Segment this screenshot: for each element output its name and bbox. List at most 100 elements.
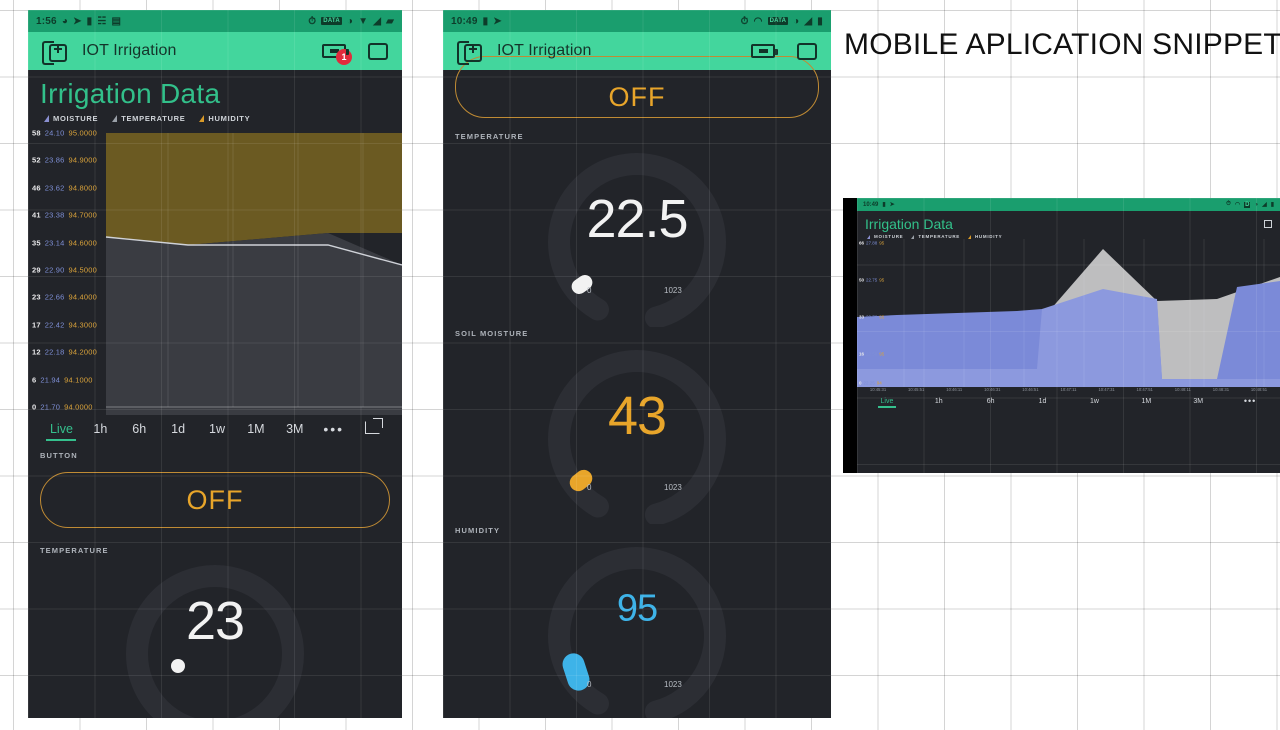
y-value-humidity: 94.3000 [68, 320, 98, 330]
device-battery-icon[interactable]: 1 [322, 44, 352, 65]
range-1h[interactable]: 1h [81, 422, 120, 436]
x-tick: 10:46:51 [1022, 387, 1039, 392]
area-chart-icon [44, 115, 49, 122]
temperature-gauge[interactable]: 22.5 0 1023 [443, 141, 831, 327]
app-bar-1: IOT Irrigation 1 [28, 32, 402, 70]
soil-moisture-gauge[interactable]: 43 0 1023 [443, 338, 831, 524]
legend-item-moisture[interactable]: MOISTURE [44, 114, 98, 123]
legend-label: TEMPERATURE [121, 114, 186, 123]
temperature-gauge-label: TEMPERATURE [455, 132, 524, 141]
fullscreen-icon[interactable] [797, 42, 817, 60]
y-axis-row: 0 22.25 94 [859, 381, 882, 386]
temperature-gauge-value: 23 [185, 591, 245, 651]
page-canvas: 1:56 ◕ ➤ ▮ ☵ ▤ ⏱ DATA ◑ ▼ ◢ ▰ IOT Irriga… [0, 0, 1280, 730]
battery-icon: ▮ [1270, 202, 1274, 208]
y-value-moisture: 41 [32, 210, 41, 220]
data-badge: DATA [767, 17, 789, 25]
battery-badge: 1 [336, 49, 352, 65]
landscape-chart-plot[interactable]: 66 27.88 95 50 22.75 95 33 22.76 95 16 2… [857, 239, 1280, 387]
x-tick: 10:45:31 [869, 387, 887, 392]
page-title: MOBILE APLICATION SNIPPETS [844, 28, 1280, 61]
x-tick: 10:47:31 [1098, 387, 1115, 392]
range-6h[interactable]: 6h [120, 422, 159, 436]
y-value-moisture: 0 [859, 380, 862, 386]
y-value-humidity: 94.8000 [68, 183, 98, 193]
device-battery-icon[interactable] [751, 44, 778, 58]
y-value-humidity: 94.2000 [68, 347, 98, 357]
irrigation-toggle-button[interactable]: OFF [455, 56, 819, 118]
range-live[interactable]: Live [861, 398, 913, 405]
battery-saver-icon: ▮ [86, 15, 93, 27]
x-tick: 10:46:31 [984, 387, 1001, 392]
humidity-gauge[interactable]: 95 0 1023 [443, 535, 831, 718]
screenshot-icon: ▤ [111, 15, 122, 27]
headset-icon: ◠ [753, 15, 763, 27]
chart-plot-area[interactable]: 58 24.10 95.0000 52 23.86 94.9000 46 23.… [28, 125, 402, 415]
more-options-button[interactable]: ••• [314, 421, 353, 437]
range-6h[interactable]: 6h [965, 398, 1017, 405]
y-axis-row: 66 27.88 95 [859, 241, 884, 246]
y-value-moisture: 35 [32, 238, 41, 248]
x-tick: 10:47:51 [1136, 387, 1153, 392]
telegram-icon: ➤ [889, 202, 895, 208]
range-3m[interactable]: 3M [275, 422, 314, 436]
irrigation-toggle-button[interactable]: OFF [40, 472, 390, 528]
range-live[interactable]: Live [42, 422, 81, 436]
range-1h[interactable]: 1h [913, 398, 965, 405]
y-value-temperature: 21.70 [40, 402, 61, 412]
gauge-needle [171, 659, 185, 673]
y-axis-row: 16 22.50 95 [859, 352, 884, 357]
range-1w[interactable]: 1w [1069, 398, 1121, 405]
fullscreen-icon[interactable] [368, 42, 388, 60]
temperature-section-label: TEMPERATURE [40, 546, 109, 555]
y-value-humidity: 94.0000 [64, 402, 93, 412]
legend-item-humidity[interactable]: HUMIDITY [199, 114, 250, 123]
alarm-icon: ⏱ [308, 15, 317, 27]
landscape-chart-legend: MOISTURE TEMPERATURE HUMIDITY [857, 232, 1280, 239]
area-chart-icon [199, 115, 205, 122]
range-1w[interactable]: 1w [198, 422, 237, 436]
temperature-gauge-1[interactable]: 23 [28, 555, 402, 718]
y-value-moisture: 33 [859, 314, 865, 320]
expand-chart-button[interactable] [353, 418, 392, 437]
area-chart-icon [911, 234, 915, 239]
range-1m[interactable]: 1M [1120, 398, 1172, 405]
y-axis-row: 35 23.14 94.6000 [32, 238, 97, 247]
logout-icon[interactable] [42, 41, 67, 65]
x-tick: 10:48:51 [1250, 387, 1268, 392]
expand-icon [365, 418, 384, 434]
chart-y-axis-labels: 58 24.10 95.0000 52 23.86 94.9000 46 23.… [28, 125, 402, 415]
landscape-y-axis-labels: 66 27.88 95 50 22.75 95 33 22.76 95 16 2… [857, 239, 1280, 387]
app-title: IOT Irrigation [497, 42, 592, 59]
legend-item-temperature[interactable]: TEMPERATURE [112, 114, 185, 123]
status-time: 10:49 [451, 15, 478, 27]
range-1d[interactable]: 1d [1017, 398, 1069, 405]
y-value-moisture: 50 [859, 277, 865, 283]
y-value-temperature: 22.50 [866, 351, 878, 357]
y-value-moisture: 29 [32, 265, 41, 275]
range-1d[interactable]: 1d [159, 422, 198, 436]
landscape-screenshot: 10:49 ▮ ➤ ⏱ ◠ D ◑ ◢ ▮ Irrigation Data MO… [843, 198, 1280, 473]
app-title: IOT Irrigation [82, 42, 177, 59]
status-bar-2: 10:49 ▮ ➤ ⏱ ◠ DATA ◑ ◢ ▮ [443, 10, 831, 32]
y-axis-row: 50 22.75 95 [859, 278, 884, 283]
y-value-temperature: 23.86 [44, 155, 65, 165]
y-value-humidity: 94.6000 [68, 238, 98, 248]
more-options-button[interactable]: ••• [1224, 396, 1276, 406]
y-value-moisture: 66 [859, 240, 865, 246]
logout-icon[interactable] [457, 41, 482, 65]
y-value-moisture: 12 [32, 347, 41, 357]
dnd-icon: ◑ [793, 15, 800, 27]
range-1m[interactable]: 1M [236, 422, 275, 436]
dnd-icon: ◑ [346, 15, 354, 27]
range-3m[interactable]: 3M [1172, 398, 1224, 405]
soil-moisture-gauge-value: 43 [607, 386, 667, 446]
data-badge: D [1244, 201, 1251, 208]
y-value-humidity: 95 [879, 351, 885, 357]
gauge-max-label: 1023 [664, 483, 682, 492]
expand-icon[interactable] [1264, 220, 1272, 228]
y-axis-row: 41 23.38 94.7000 [32, 211, 97, 220]
x-tick: 10:45:51 [907, 387, 925, 392]
y-value-temperature: 22.42 [44, 320, 65, 330]
y-value-humidity: 94.4000 [68, 292, 98, 302]
